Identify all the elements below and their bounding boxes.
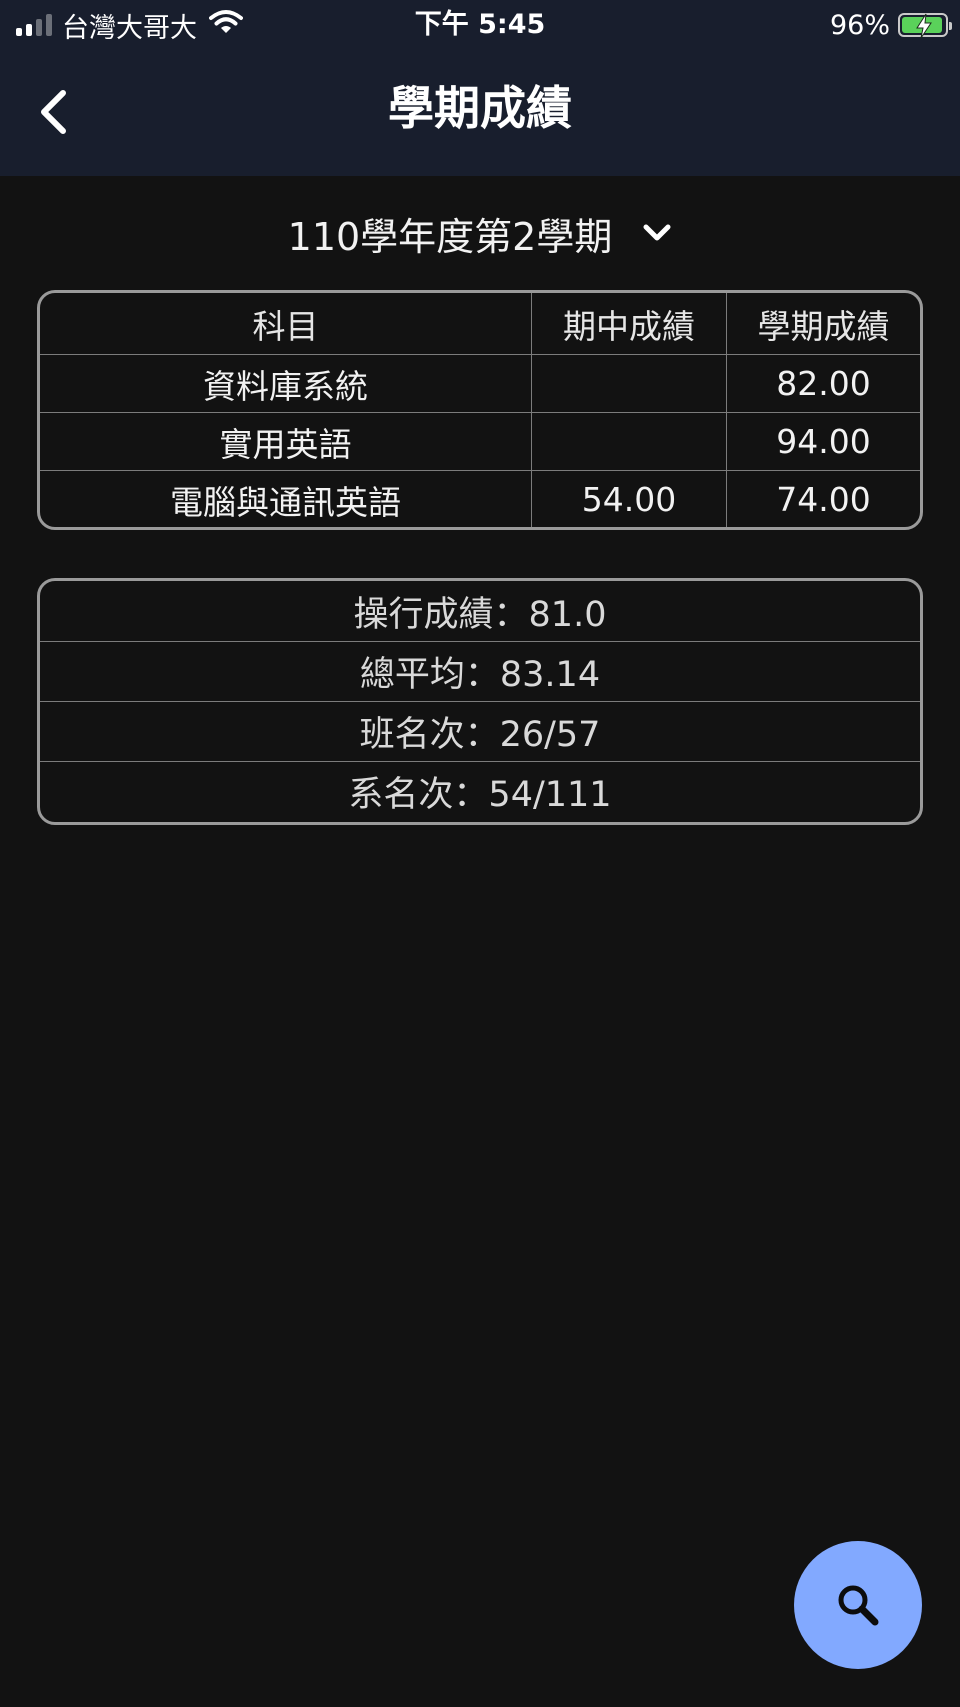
semester-score-cell: 74.00: [726, 471, 920, 527]
class-rank: 班名次：26/57: [40, 701, 920, 761]
score-table: 科目 期中成績 學期成績 資料庫系統 82.00 實用英語 94.00 電腦與通…: [37, 290, 923, 530]
column-header-midterm: 期中成績: [531, 293, 726, 354]
search-icon: [838, 1585, 879, 1626]
column-header-semester: 學期成績: [726, 293, 920, 354]
conduct-score: 操行成績：81.0: [353, 594, 607, 635]
summary-box: 操行成績：81.0 總平均：83.14 班名次：26/57 系名次：54/111: [37, 578, 923, 825]
table-row: 電腦與通訊英語 54.00 74.00: [40, 470, 920, 527]
subject-cell: 資料庫系統: [203, 366, 368, 406]
status-time: 下午 5:45: [414, 9, 546, 40]
midterm-cell: [531, 355, 726, 412]
charging-bolt-icon: [916, 13, 932, 39]
subject-cell: 實用英語: [219, 424, 352, 464]
table-row: 資料庫系統 82.00: [40, 354, 920, 412]
nav-header: 學期成績: [0, 50, 960, 176]
page-title: 學期成績: [388, 81, 572, 135]
status-bar: 台灣大哥大 下午 5:45 96%: [0, 0, 960, 50]
subject-cell: 電腦與通訊英語: [170, 482, 401, 522]
semester-label: 110學年度第2學期: [287, 214, 613, 259]
department-rank: 系名次：54/111: [40, 761, 920, 821]
table-row: 實用英語 94.00: [40, 412, 920, 470]
midterm-cell: [531, 413, 726, 470]
semester-score-cell: 82.00: [726, 355, 920, 412]
semester-dropdown[interactable]: 110學年度第2學期: [0, 205, 960, 261]
battery-percent: 96%: [829, 9, 890, 41]
battery-icon: [898, 13, 952, 39]
column-header-subject: 科目: [252, 306, 319, 346]
search-button[interactable]: [794, 1541, 922, 1669]
table-header-row: 科目 期中成績 學期成績: [40, 293, 920, 354]
chevron-down-icon: [642, 223, 672, 243]
overall-average: 總平均：83.14: [40, 641, 920, 701]
semester-score-cell: 94.00: [726, 413, 920, 470]
midterm-cell: 54.00: [531, 471, 726, 527]
status-right: 96%: [829, 8, 952, 42]
